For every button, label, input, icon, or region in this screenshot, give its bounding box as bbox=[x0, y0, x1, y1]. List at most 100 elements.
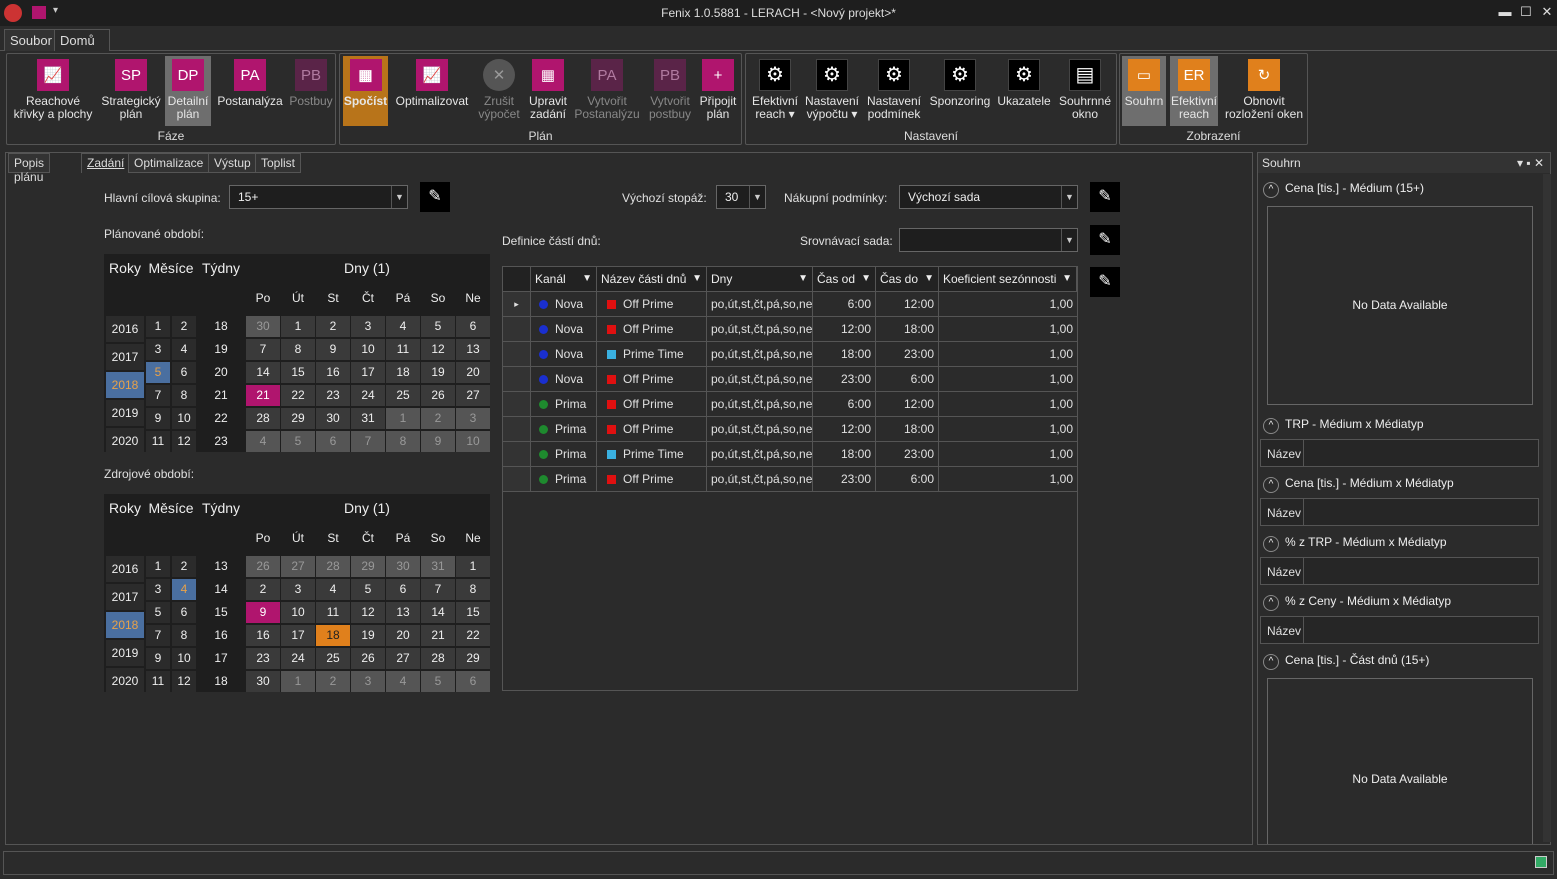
postanalysis-button[interactable]: PA Postanalýza bbox=[213, 56, 287, 126]
chevron-up-icon[interactable]: ^ bbox=[1263, 595, 1279, 611]
month-3[interactable]: 3 bbox=[146, 339, 170, 360]
day-cell[interactable]: 21 bbox=[246, 385, 280, 406]
day-cell[interactable]: 26 bbox=[421, 385, 455, 406]
day-cell[interactable]: 29 bbox=[351, 556, 385, 577]
section-cena-cast-dnu[interactable]: ^ Cena [tis.] - Část dnů (15+) bbox=[1263, 653, 1429, 670]
filter-icon[interactable]: ▼ bbox=[582, 267, 592, 291]
day-cell[interactable]: 5 bbox=[421, 316, 455, 337]
close-button[interactable]: ✕ bbox=[1538, 4, 1556, 20]
month-1[interactable]: 1 bbox=[146, 316, 170, 337]
indicators-button[interactable]: ⚙ Ukazatele bbox=[996, 56, 1052, 126]
day-cell[interactable]: 12 bbox=[421, 339, 455, 360]
day-cell[interactable]: 31 bbox=[351, 408, 385, 429]
day-cell[interactable]: 24 bbox=[281, 648, 315, 669]
create-postanalysis-button[interactable]: PA Vytvořit Postanalýzu bbox=[574, 56, 640, 126]
chevron-up-icon[interactable]: ^ bbox=[1263, 418, 1279, 434]
day-cell[interactable]: 24 bbox=[351, 385, 385, 406]
attach-plan-button[interactable]: + Připojit plán bbox=[696, 56, 740, 126]
day-cell[interactable]: 9 bbox=[421, 431, 455, 452]
column-header[interactable]: Kanál ▼ bbox=[531, 267, 597, 291]
month-2[interactable]: 2 bbox=[172, 316, 196, 337]
day-cell[interactable]: 7 bbox=[246, 339, 280, 360]
table-row[interactable]: Prima Off Prime po,út,st,čt,pá,so,ne 12:00 1… bbox=[503, 417, 1077, 442]
day-cell[interactable]: 5 bbox=[281, 431, 315, 452]
day-cell[interactable]: 29 bbox=[456, 648, 490, 669]
calculation-settings-button[interactable]: ⚙ Nastavení výpočtu ▾ bbox=[804, 56, 860, 126]
summary-scrollbar[interactable] bbox=[1543, 174, 1551, 842]
filter-icon[interactable]: ▼ bbox=[692, 267, 702, 291]
reset-layout-button[interactable]: ↻ Obnovit rozložení oken bbox=[1222, 56, 1306, 126]
tab-zadani[interactable]: Zadání bbox=[81, 153, 131, 173]
day-cell[interactable]: 1 bbox=[281, 671, 315, 692]
week-18[interactable]: 18 bbox=[198, 671, 244, 692]
target-group-select[interactable]: 15+ ▼ bbox=[229, 185, 408, 209]
month-4[interactable]: 4 bbox=[172, 579, 196, 600]
day-cell[interactable]: 9 bbox=[246, 602, 280, 623]
table-row[interactable]: Prima Off Prime po,út,st,čt,pá,so,ne 6:00 12… bbox=[503, 392, 1077, 417]
week-22[interactable]: 22 bbox=[198, 408, 244, 429]
day-cell[interactable]: 17 bbox=[351, 362, 385, 383]
year-2016[interactable]: 2016 bbox=[106, 316, 144, 342]
column-header[interactable]: Čas do ▼ bbox=[876, 267, 939, 291]
day-cell[interactable]: 13 bbox=[456, 339, 490, 360]
reach-curves-button[interactable]: 📈 Reachové křivky a plochy bbox=[9, 56, 97, 126]
day-cell[interactable]: 26 bbox=[246, 556, 280, 577]
week-15[interactable]: 15 bbox=[198, 602, 244, 623]
day-cell[interactable]: 3 bbox=[456, 408, 490, 429]
day-cell[interactable]: 16 bbox=[246, 625, 280, 646]
create-postbuy-button[interactable]: PB Vytvořit postbuy bbox=[644, 56, 696, 126]
tab-domu[interactable]: Domů bbox=[54, 29, 110, 51]
table-row[interactable]: Prima Prime Time po,út,st,čt,pá,so,ne 18:00… bbox=[503, 442, 1077, 467]
month-5[interactable]: 5 bbox=[146, 602, 170, 623]
month-10[interactable]: 10 bbox=[172, 648, 196, 669]
calculate-button[interactable]: ▦ Spočíst bbox=[343, 56, 388, 126]
postbuy-button[interactable]: PB Postbuy bbox=[287, 56, 335, 126]
day-cell[interactable]: 15 bbox=[281, 362, 315, 383]
day-cell[interactable]: 19 bbox=[421, 362, 455, 383]
section-pct-ceny[interactable]: ^ % z Ceny - Médium x Médiatyp bbox=[1263, 594, 1451, 611]
table-row[interactable]: Prima Off Prime po,út,st,čt,pá,so,ne 23:00 6… bbox=[503, 467, 1077, 492]
day-cell[interactable]: 9 bbox=[316, 339, 350, 360]
day-cell[interactable]: 27 bbox=[456, 385, 490, 406]
tab-toplist[interactable]: Toplist bbox=[255, 153, 302, 173]
day-cell[interactable]: 4 bbox=[246, 431, 280, 452]
day-cell[interactable]: 8 bbox=[281, 339, 315, 360]
day-cell[interactable]: 25 bbox=[386, 385, 420, 406]
day-cell[interactable]: 2 bbox=[316, 316, 350, 337]
tab-soubor[interactable]: Soubor bbox=[4, 29, 58, 51]
day-cell[interactable]: 10 bbox=[351, 339, 385, 360]
month-12[interactable]: 12 bbox=[172, 431, 196, 452]
chevron-up-icon[interactable]: ^ bbox=[1263, 477, 1279, 493]
chevron-up-icon[interactable]: ^ bbox=[1263, 536, 1279, 552]
year-2018[interactable]: 2018 bbox=[106, 372, 144, 398]
day-cell[interactable]: 4 bbox=[316, 579, 350, 600]
year-2017[interactable]: 2017 bbox=[106, 344, 144, 370]
day-cell[interactable]: 8 bbox=[456, 579, 490, 600]
day-cell[interactable]: 18 bbox=[316, 625, 350, 646]
tab-popis-planu[interactable]: Popis plánu bbox=[8, 153, 51, 184]
day-cell[interactable]: 15 bbox=[456, 602, 490, 623]
cancel-calculation-button[interactable]: ✕ Zrušit výpočet bbox=[474, 56, 524, 126]
day-cell[interactable]: 28 bbox=[421, 648, 455, 669]
day-cell[interactable]: 22 bbox=[281, 385, 315, 406]
day-cell[interactable]: 6 bbox=[316, 431, 350, 452]
day-cell[interactable]: 4 bbox=[386, 316, 420, 337]
year-2020[interactable]: 2020 bbox=[106, 428, 144, 454]
day-cell[interactable]: 28 bbox=[246, 408, 280, 429]
week-20[interactable]: 20 bbox=[198, 362, 244, 383]
day-cell[interactable]: 16 bbox=[316, 362, 350, 383]
week-16[interactable]: 16 bbox=[198, 625, 244, 646]
day-cell[interactable]: 29 bbox=[281, 408, 315, 429]
week-18[interactable]: 18 bbox=[198, 316, 244, 337]
day-cell[interactable]: 21 bbox=[421, 625, 455, 646]
day-cell[interactable]: 3 bbox=[281, 579, 315, 600]
chevron-up-icon[interactable]: ^ bbox=[1263, 182, 1279, 198]
section-cena-medium[interactable]: ^ Cena [tis.] - Médium (15+) bbox=[1263, 181, 1424, 198]
month-5[interactable]: 5 bbox=[146, 362, 170, 383]
strategic-plan-button[interactable]: SP Strategický plán bbox=[99, 56, 163, 126]
month-6[interactable]: 6 bbox=[172, 362, 196, 383]
week-14[interactable]: 14 bbox=[198, 579, 244, 600]
edit-input-button[interactable]: ▦ Upravit zadání bbox=[524, 56, 572, 126]
effective-reach-button[interactable]: ⚙ Efektivní reach ▾ bbox=[748, 56, 802, 126]
month-2[interactable]: 2 bbox=[172, 556, 196, 577]
